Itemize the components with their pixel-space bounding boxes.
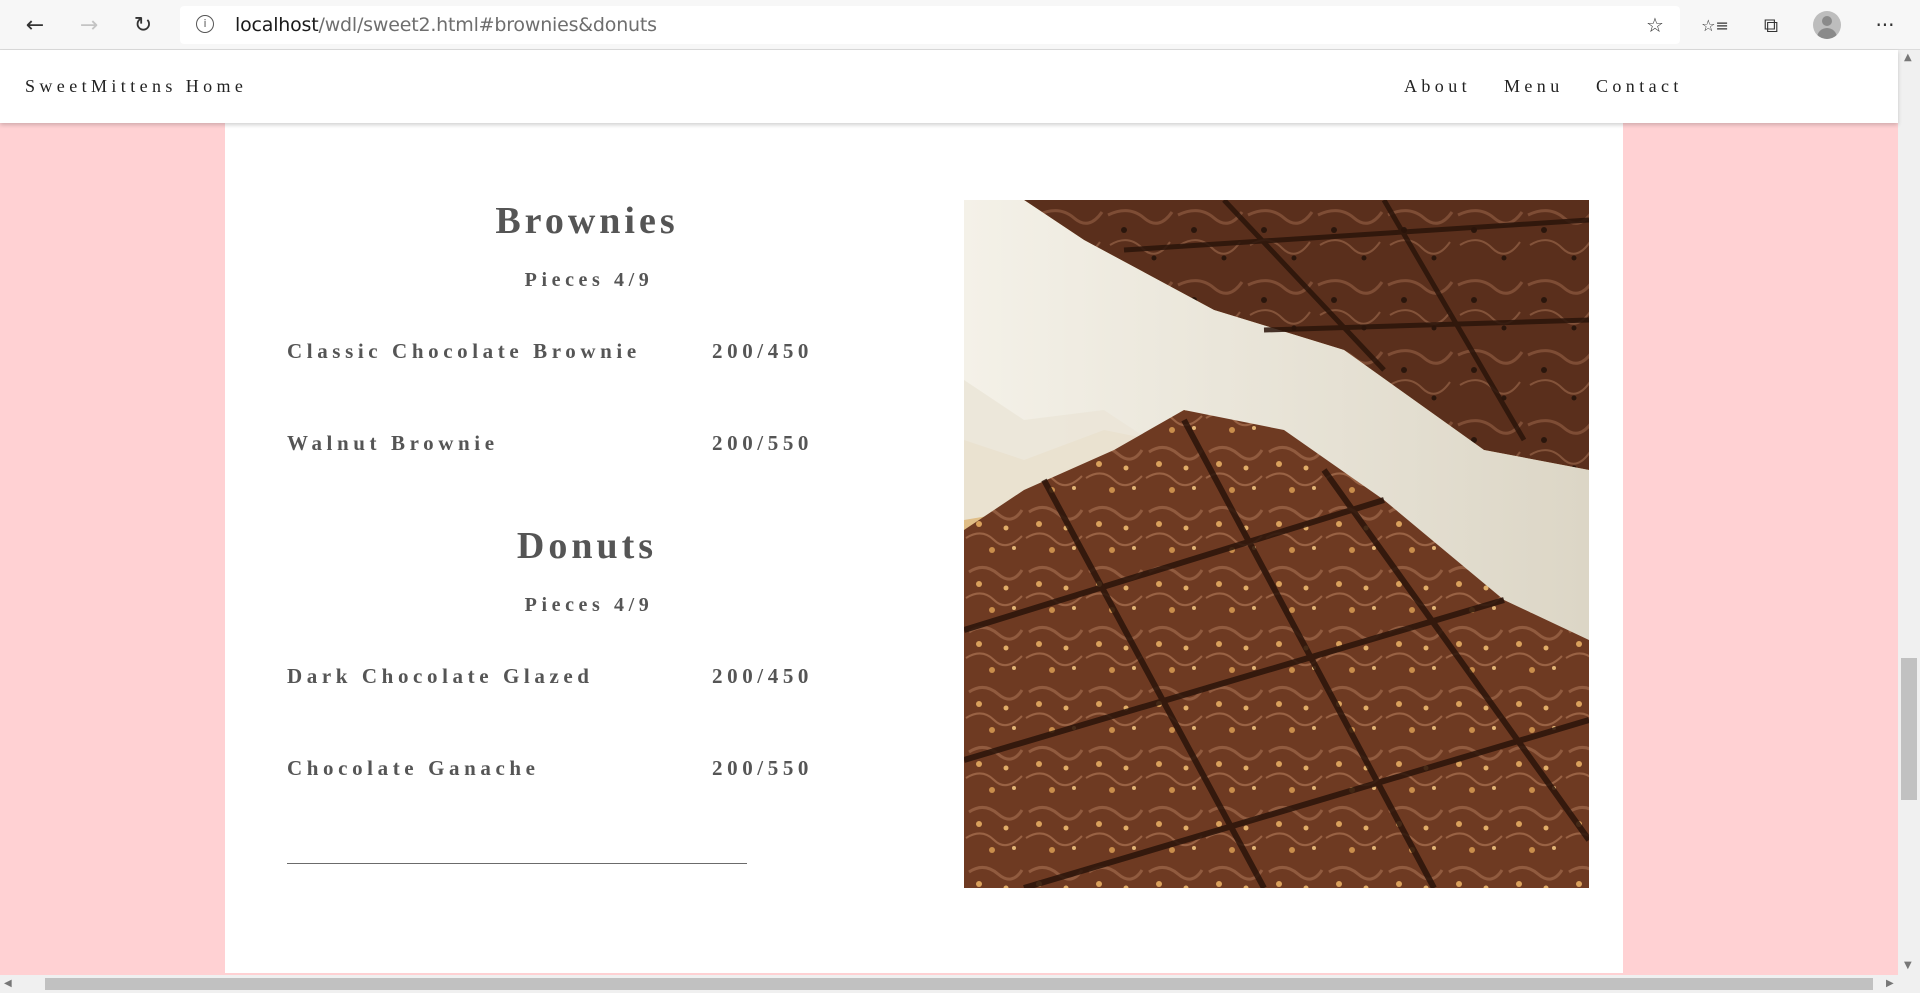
collections-icon[interactable]: ⧉ xyxy=(1756,10,1786,40)
menu-item-name: Chocolate Ganache xyxy=(287,756,540,780)
nav-contact-link[interactable]: Contact xyxy=(1596,76,1683,97)
url-host: localhost xyxy=(235,14,319,36)
scroll-up-arrow-icon[interactable]: ▲ xyxy=(1904,52,1912,63)
section-divider xyxy=(287,863,747,864)
donuts-title: Donuts xyxy=(516,525,658,567)
vertical-scroll-thumb[interactable] xyxy=(1901,658,1917,800)
favorites-icon[interactable]: ☆≡ xyxy=(1700,10,1730,40)
menu-item-name: Classic Chocolate Brownie xyxy=(287,339,641,363)
scroll-down-arrow-icon[interactable]: ▼ xyxy=(1904,960,1912,971)
site-header: SweetMittens Home About Menu Contact xyxy=(0,50,1898,123)
scroll-right-arrow-icon[interactable]: ▶ xyxy=(1886,978,1894,989)
brownies-photo xyxy=(964,200,1589,888)
vertical-scrollbar[interactable] xyxy=(1898,50,1920,975)
menu-item-price: 200/450 xyxy=(712,339,814,363)
site-info-icon[interactable]: i xyxy=(196,15,214,33)
scroll-left-arrow-icon[interactable]: ◀ xyxy=(4,978,12,989)
horizontal-scroll-thumb[interactable] xyxy=(45,978,1873,990)
menu-item-name: Walnut Brownie xyxy=(287,431,499,455)
menu-item-price: 200/550 xyxy=(712,756,814,780)
brand-home-link[interactable]: SweetMittens Home xyxy=(25,76,247,97)
menu-item-price: 200/450 xyxy=(712,664,814,688)
menu-item-price: 200/550 xyxy=(712,431,814,455)
forward-icon[interactable]: → xyxy=(74,10,104,40)
back-icon[interactable]: ← xyxy=(20,10,50,40)
menu-item-name: Dark Chocolate Glazed xyxy=(287,664,594,688)
url-path: /wdl/sweet2.html#brownies&donuts xyxy=(318,14,658,36)
refresh-icon[interactable]: ↻ xyxy=(128,10,158,40)
donuts-pieces: Pieces 4/9 xyxy=(524,594,654,616)
nav-menu-link[interactable]: Menu xyxy=(1504,76,1564,97)
favorite-star-icon[interactable]: ☆ xyxy=(1640,10,1670,40)
brownies-pieces: Pieces 4/9 xyxy=(524,269,654,291)
profile-avatar-icon[interactable] xyxy=(1813,11,1841,39)
url-text[interactable]: localhost/wdl/sweet2.html#brownies&donut… xyxy=(235,14,657,36)
more-options-icon[interactable]: ··· xyxy=(1870,10,1900,40)
nav-about-link[interactable]: About xyxy=(1404,76,1471,97)
brownies-title: Brownies xyxy=(495,200,679,242)
